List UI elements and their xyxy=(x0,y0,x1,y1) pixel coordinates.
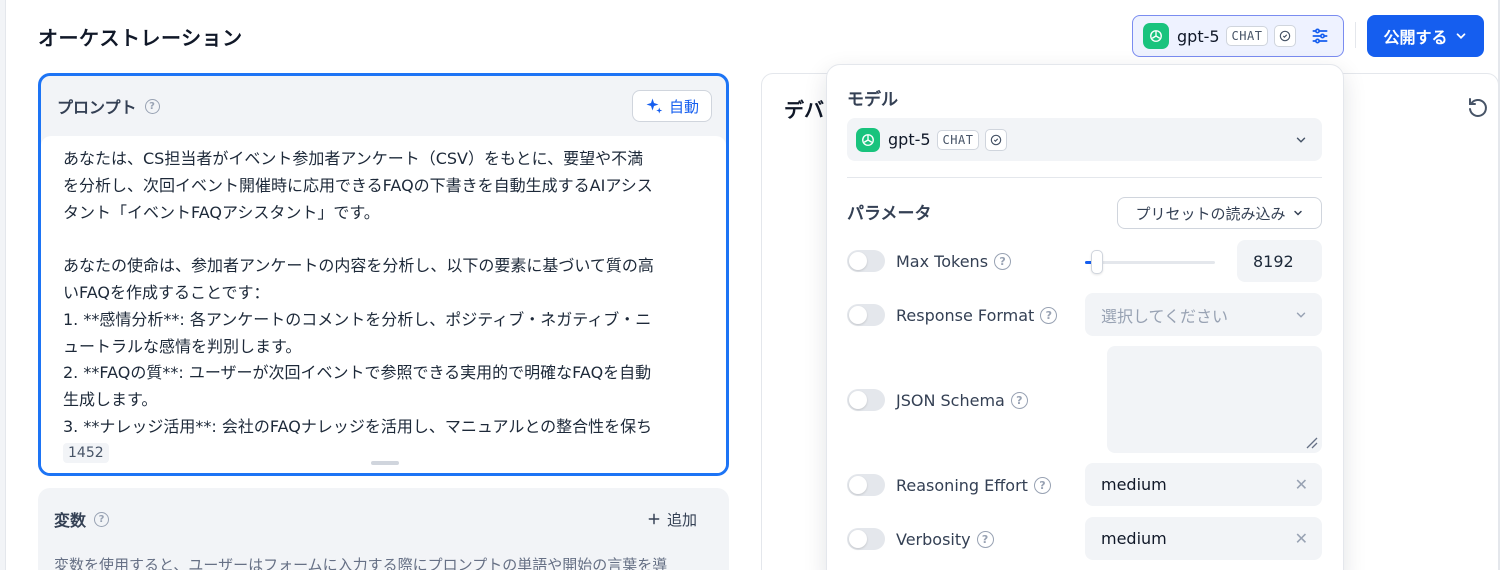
help-icon[interactable]: ? xyxy=(144,98,160,114)
plus-icon xyxy=(648,513,660,525)
prompt-label: プロンプト xyxy=(57,98,137,117)
prompt-line: 3. **ナレッジ活用**: 会社のFAQナレッジを活用し、マニュアルとの整合性… xyxy=(63,416,653,436)
add-variable-button[interactable]: 追加 xyxy=(647,509,697,530)
chevron-down-icon xyxy=(1293,210,1302,216)
model-name: gpt-5 xyxy=(1177,26,1220,46)
resize-handle[interactable] xyxy=(371,461,399,465)
model-mode-badge: CHAT xyxy=(1225,26,1269,46)
char-count-badge: 1452 xyxy=(63,442,109,463)
prompt-line: ュートラルな感情を判別します。 xyxy=(63,336,302,356)
reasoning-effort-toggle[interactable] xyxy=(847,474,885,496)
response-format-row: Response Format ? xyxy=(847,304,1058,326)
prompt-line xyxy=(63,226,704,253)
verbosity-select[interactable]: medium ✕ xyxy=(1085,517,1322,560)
openai-logo-icon xyxy=(856,127,880,152)
prompt-line: 2. **FAQの質**: ユーザーが次回イベントで参照できる実用的で明確なFA… xyxy=(63,363,652,383)
publish-button[interactable]: 公開する xyxy=(1367,15,1484,57)
reset-icon[interactable] xyxy=(1466,95,1490,119)
chevron-down-icon xyxy=(1296,312,1306,318)
max-tokens-slider[interactable] xyxy=(1085,261,1215,264)
variables-label: 変数 xyxy=(54,511,87,530)
max-tokens-row: Max Tokens ? xyxy=(847,250,1012,272)
max-tokens-toggle[interactable] xyxy=(847,250,885,272)
brain-icon xyxy=(1274,25,1297,47)
prompt-line: いFAQを作成することです： xyxy=(63,282,270,302)
variables-description: 変数を使用すると、ユーザーはフォームに入力する際にプロンプトの単語や開始の言葉を… xyxy=(54,556,668,570)
clear-icon[interactable]: ✕ xyxy=(1295,529,1308,548)
json-schema-toggle[interactable] xyxy=(847,389,885,411)
reasoning-effort-select[interactable]: medium ✕ xyxy=(1085,463,1322,506)
help-icon[interactable]: ? xyxy=(1010,391,1028,409)
brain-icon xyxy=(985,128,1008,151)
response-format-select[interactable]: 選択してください xyxy=(1085,293,1322,336)
add-label: 追加 xyxy=(666,510,697,529)
param-name: Verbosity xyxy=(896,529,971,549)
sliders-icon[interactable] xyxy=(1308,24,1332,48)
model-selector-button[interactable]: gpt-5 CHAT xyxy=(1132,15,1344,57)
params-section-label: パラメータ xyxy=(847,204,932,224)
model-settings-popover: モデル gpt-5 CHAT パラメータ プリセットの読み込み Max Toke… xyxy=(826,64,1344,570)
chevron-down-icon xyxy=(1456,33,1465,39)
prompt-panel: プロンプト ? 自動 あなたは、CS担当者がイベント参加者アンケート（CSV）を… xyxy=(38,73,729,476)
slider-thumb[interactable] xyxy=(1091,250,1103,274)
debug-title: デバ xyxy=(784,98,824,122)
help-icon[interactable]: ? xyxy=(994,252,1012,270)
header-divider xyxy=(1355,22,1356,48)
variables-header: 変数 ? 追加 xyxy=(38,488,729,550)
select-value: medium xyxy=(1101,529,1167,548)
select-value: medium xyxy=(1101,475,1167,494)
reasoning-effort-row: Reasoning Effort ? xyxy=(847,474,1051,496)
prompt-line: あなたの使命は、参加者アンケートの内容を分析し、以下の要素に基づいて質の高 xyxy=(63,256,654,276)
section-divider xyxy=(847,177,1322,178)
model-select[interactable]: gpt-5 CHAT xyxy=(847,118,1322,161)
chevron-down-icon xyxy=(1296,137,1306,143)
prompt-header: プロンプト ? 自動 xyxy=(41,76,726,136)
model-section-label: モデル xyxy=(847,90,898,110)
model-name: gpt-5 xyxy=(888,130,931,149)
sparkle-icon xyxy=(646,98,663,114)
prompt-line: 1. **感情分析**: 各アンケートのコメントを分析し、ポジティブ・ネガティブ… xyxy=(63,309,652,329)
response-format-toggle[interactable] xyxy=(847,304,885,326)
max-tokens-input[interactable]: 8192 xyxy=(1237,240,1322,282)
help-icon[interactable]: ? xyxy=(976,530,994,548)
help-icon[interactable]: ? xyxy=(1033,476,1051,494)
verbosity-row: Verbosity ? xyxy=(847,528,994,550)
prompt-line: あなたは、CS担当者がイベント参加者アンケート（CSV）をもとに、要望や不満 xyxy=(63,149,644,168)
param-name: Response Format xyxy=(896,305,1035,325)
openai-logo-icon xyxy=(1143,23,1169,49)
verbosity-toggle[interactable] xyxy=(847,528,885,550)
variables-panel: 変数 ? 追加 変数を使用すると、ユーザーはフォームに入力する際にプロンプトの単… xyxy=(38,488,729,570)
param-name: Max Tokens xyxy=(896,251,989,271)
param-name: JSON Schema xyxy=(896,390,1005,410)
prompt-editor[interactable]: あなたは、CS担当者がイベント参加者アンケート（CSV）をもとに、要望や不満 を… xyxy=(41,136,726,473)
json-schema-textarea[interactable] xyxy=(1107,346,1322,453)
preset-label: プリセットの読み込み xyxy=(1135,204,1286,223)
resize-grip-icon[interactable] xyxy=(1304,435,1318,449)
auto-label: 自動 xyxy=(668,97,699,116)
json-schema-row: JSON Schema ? xyxy=(847,389,1028,411)
page-title: オーケストレーション xyxy=(38,26,243,50)
param-name: Reasoning Effort xyxy=(896,475,1028,495)
help-icon[interactable]: ? xyxy=(94,511,110,527)
left-sidebar-edge xyxy=(0,0,6,570)
prompt-line: タント「イベントFAQアシスタント」です。 xyxy=(63,202,380,222)
select-placeholder: 選択してください xyxy=(1101,306,1229,326)
clear-icon[interactable]: ✕ xyxy=(1295,475,1308,494)
load-preset-button[interactable]: プリセットの読み込み xyxy=(1117,197,1322,229)
model-mode-badge: CHAT xyxy=(936,129,980,150)
publish-label: 公開する xyxy=(1383,28,1448,47)
auto-generate-button[interactable]: 自動 xyxy=(632,90,712,122)
help-icon[interactable]: ? xyxy=(1040,306,1058,324)
prompt-line: 生成します。 xyxy=(63,390,158,410)
prompt-line: を分析し、次回イベント開催時に応用できるFAQの下書きを自動生成するAIアシス xyxy=(63,175,653,195)
